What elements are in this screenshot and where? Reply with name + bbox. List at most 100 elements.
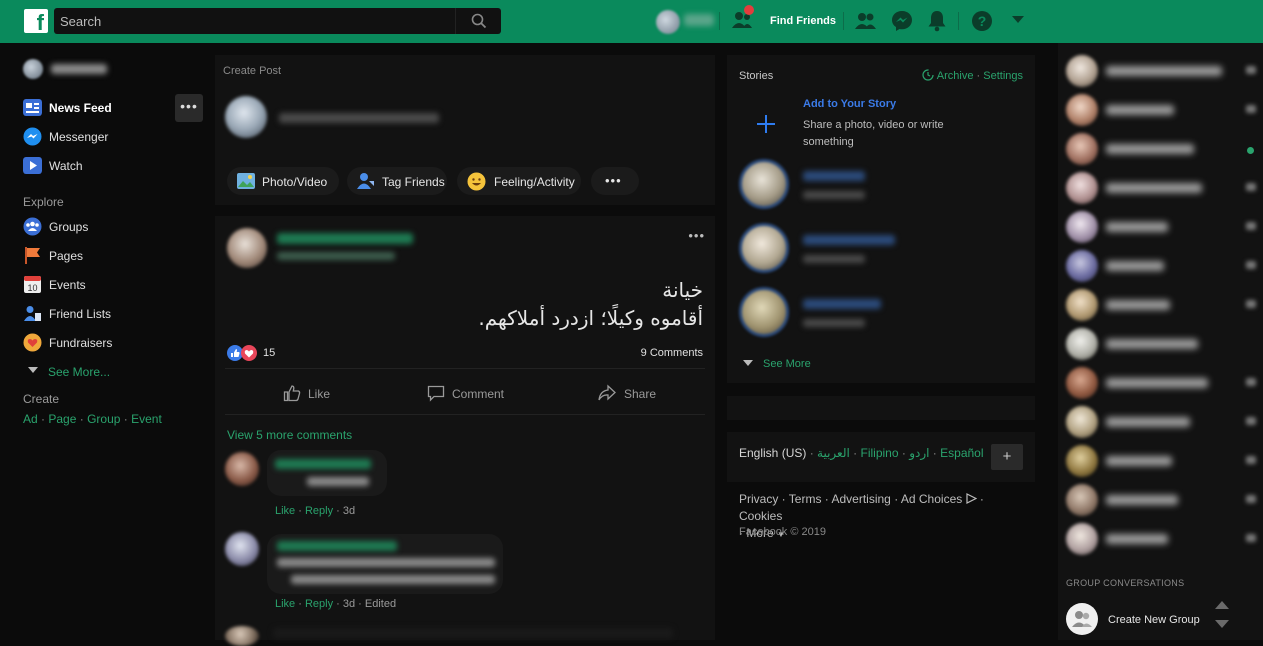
tag-friends-button[interactable]: Tag Friends: [347, 167, 447, 195]
last-active-time: [1246, 183, 1256, 191]
footer-link-ad-choices[interactable]: Ad Choices: [901, 492, 962, 506]
create-group-link[interactable]: Group: [87, 412, 120, 426]
group-conversations-title: GROUP CONVERSATIONS: [1066, 578, 1185, 588]
profile-name[interactable]: [684, 14, 714, 26]
see-more-label: See More...: [48, 365, 111, 379]
chat-contact[interactable]: [1066, 53, 1256, 87]
story-item[interactable]: [739, 287, 1029, 343]
photo-video-button[interactable]: Photo/Video: [227, 167, 339, 195]
create-new-group-label: Create New Group: [1108, 614, 1200, 626]
add-to-story-title[interactable]: Add to Your Story: [803, 98, 896, 110]
post-author-avatar[interactable]: [227, 228, 267, 268]
comment-time[interactable]: 3d: [343, 505, 355, 517]
comment-reply-link[interactable]: Reply: [305, 505, 333, 517]
story-item[interactable]: [739, 223, 1029, 279]
chat-contact[interactable]: [1066, 521, 1256, 555]
comments-count-link[interactable]: 9 Comments: [641, 347, 703, 359]
last-active-time: [1246, 534, 1256, 542]
comment-time[interactable]: 3d: [343, 598, 355, 610]
friend-requests-icon[interactable]: [855, 11, 877, 31]
scroll-down-icon[interactable]: [1215, 620, 1229, 630]
events-calendar-icon: 10: [24, 276, 41, 293]
language-link-filipino[interactable]: Filipino: [861, 446, 899, 460]
post-author-name[interactable]: [277, 233, 413, 244]
chat-contact[interactable]: [1066, 404, 1256, 438]
messenger-icon[interactable]: [891, 10, 913, 32]
chat-contact[interactable]: [1066, 170, 1256, 204]
chat-contact[interactable]: [1066, 209, 1256, 243]
create-page-link[interactable]: Page: [48, 412, 76, 426]
sidebar-item-events[interactable]: 10 Events: [23, 275, 203, 295]
sidebar-item-messenger[interactable]: Messenger: [23, 127, 203, 147]
scroll-up-icon[interactable]: [1215, 599, 1229, 609]
footer-link-terms[interactable]: Terms: [789, 492, 822, 506]
avatar: [1066, 523, 1098, 555]
whats-on-your-mind-input[interactable]: [279, 113, 439, 123]
create-event-link[interactable]: Event: [131, 412, 162, 426]
commenter-avatar[interactable]: [225, 626, 259, 646]
settings-link[interactable]: Settings: [983, 70, 1023, 82]
comment-bubble: [267, 450, 387, 496]
chat-contact[interactable]: [1066, 326, 1256, 360]
comment-like-link[interactable]: Like: [275, 505, 295, 517]
comment-like-link[interactable]: Like: [275, 598, 295, 610]
photo-video-label: Photo/Video: [262, 175, 328, 189]
archive-link[interactable]: Archive: [937, 70, 974, 82]
footer-link-advertising[interactable]: Advertising: [831, 492, 890, 506]
commenter-avatar[interactable]: [225, 452, 259, 486]
sidebar-item-pages[interactable]: Pages: [23, 246, 203, 266]
story-item[interactable]: [739, 159, 1029, 215]
commenter-name[interactable]: [275, 459, 371, 469]
facebook-logo-icon[interactable]: f: [24, 9, 48, 33]
comment-edited-label[interactable]: Edited: [365, 598, 396, 610]
top-navigation-bar: f Find Friends ?: [0, 0, 1263, 43]
search-input[interactable]: [54, 8, 454, 34]
sidebar-item-label: News Feed: [49, 101, 112, 115]
post-options-button[interactable]: •••: [688, 228, 705, 243]
search-button[interactable]: [455, 8, 501, 34]
ad-choices-icon: [965, 493, 977, 504]
comment-reply-link[interactable]: Reply: [305, 598, 333, 610]
more-dots-icon: •••: [605, 173, 622, 188]
sidebar-item-fundraisers[interactable]: Fundraisers: [23, 333, 203, 353]
sidebar-item-watch[interactable]: Watch: [23, 156, 203, 176]
chat-contact[interactable]: [1066, 248, 1256, 282]
comment-bubble: [273, 628, 673, 638]
add-to-story-plus-icon[interactable]: [755, 113, 777, 138]
create-ad-link[interactable]: Ad: [23, 412, 38, 426]
chat-contact[interactable]: [1066, 482, 1256, 516]
avatar: [1066, 445, 1098, 477]
chat-contact[interactable]: [1066, 287, 1256, 321]
contact-name: [1106, 456, 1172, 466]
feeling-emoji-icon: [467, 172, 486, 191]
chat-contact[interactable]: [1066, 131, 1256, 165]
dropdown-caret-icon[interactable]: [1012, 16, 1024, 24]
language-link-spanish[interactable]: Español: [940, 446, 983, 460]
avatar: [23, 59, 43, 79]
sidebar-item-label: Fundraisers: [49, 336, 113, 350]
profile-avatar[interactable]: [656, 10, 680, 34]
post-timestamp[interactable]: [277, 252, 395, 260]
add-language-button[interactable]: +: [991, 444, 1023, 470]
feeling-activity-button[interactable]: Feeling/Activity: [457, 167, 581, 195]
help-icon[interactable]: ?: [971, 10, 993, 32]
tag-friends-label: Tag Friends: [382, 175, 445, 189]
footer-link-cookies[interactable]: Cookies: [739, 509, 782, 523]
story-avatar: [739, 159, 789, 209]
chat-contact[interactable]: [1066, 365, 1256, 399]
sidebar-item-friend-lists[interactable]: Friend Lists: [23, 304, 203, 324]
commenter-avatar[interactable]: [225, 532, 259, 566]
chat-contact[interactable]: [1066, 443, 1256, 477]
more-options-button[interactable]: •••: [591, 167, 639, 195]
news-feed-options-button[interactable]: •••: [175, 94, 203, 122]
view-more-comments-link[interactable]: View 5 more comments: [227, 428, 352, 442]
find-friends-link[interactable]: Find Friends: [770, 15, 836, 27]
chat-contact[interactable]: [1066, 92, 1256, 126]
commenter-name[interactable]: [277, 541, 397, 551]
contact-name: [1106, 222, 1168, 232]
language-link-urdu[interactable]: اردو: [909, 446, 929, 460]
sidebar-item-groups[interactable]: Groups: [23, 217, 203, 237]
notifications-icon[interactable]: [927, 10, 947, 32]
footer-link-privacy[interactable]: Privacy: [739, 492, 778, 506]
language-link-arabic[interactable]: العربية: [817, 446, 850, 460]
